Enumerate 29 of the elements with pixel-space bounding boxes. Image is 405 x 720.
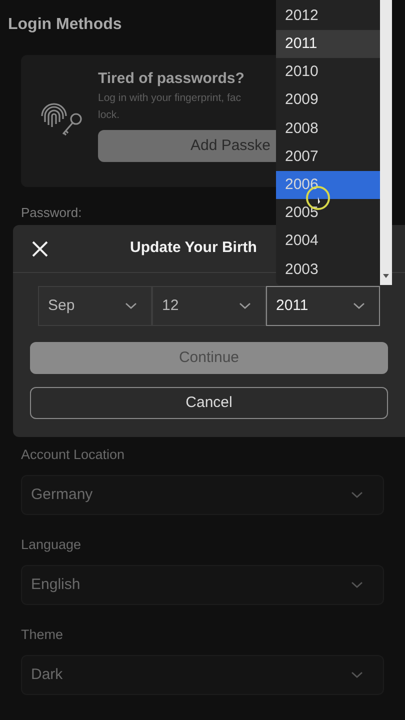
password-label: Password: xyxy=(21,205,82,220)
scrollbar-drawing[interactable] xyxy=(380,0,392,285)
close-icon[interactable] xyxy=(31,240,49,258)
year-option[interactable]: 2012 xyxy=(276,2,380,30)
date-select[interactable]: 2011 xyxy=(266,286,380,326)
year-option[interactable]: 2003 xyxy=(276,256,380,284)
chevron-down-icon xyxy=(351,581,363,589)
date-select[interactable]: Sep xyxy=(38,286,152,326)
date-select[interactable]: 12 xyxy=(152,286,266,326)
passkey-description: Log in with your fingerprint, fac xyxy=(98,91,241,106)
chevron-down-icon xyxy=(351,671,363,679)
year-option[interactable]: 2009 xyxy=(276,86,380,115)
chevron-down-icon xyxy=(125,302,137,310)
year-option[interactable]: 2005 xyxy=(276,199,380,228)
passkey-description: lock. xyxy=(98,108,120,123)
chevron-down-icon xyxy=(351,491,363,499)
year-option[interactable]: 2011 xyxy=(276,30,380,58)
year-option[interactable]: 2004 xyxy=(276,228,380,256)
chevron-down-icon xyxy=(239,302,251,310)
setting-label: Account Location xyxy=(21,446,126,464)
setting-label: Language xyxy=(21,536,82,554)
section-title: Login Methods xyxy=(8,16,122,33)
chevron-down-icon xyxy=(353,302,365,310)
passkey-title: Tired of passwords? xyxy=(98,70,244,88)
year-option[interactable]: 2010 xyxy=(276,58,380,87)
setting-label: Theme xyxy=(21,626,64,644)
dialog-title: Update Your Birth xyxy=(130,238,257,258)
cancel-button[interactable]: Cancel xyxy=(30,387,388,419)
year-option[interactable]: 2006 xyxy=(276,171,380,200)
